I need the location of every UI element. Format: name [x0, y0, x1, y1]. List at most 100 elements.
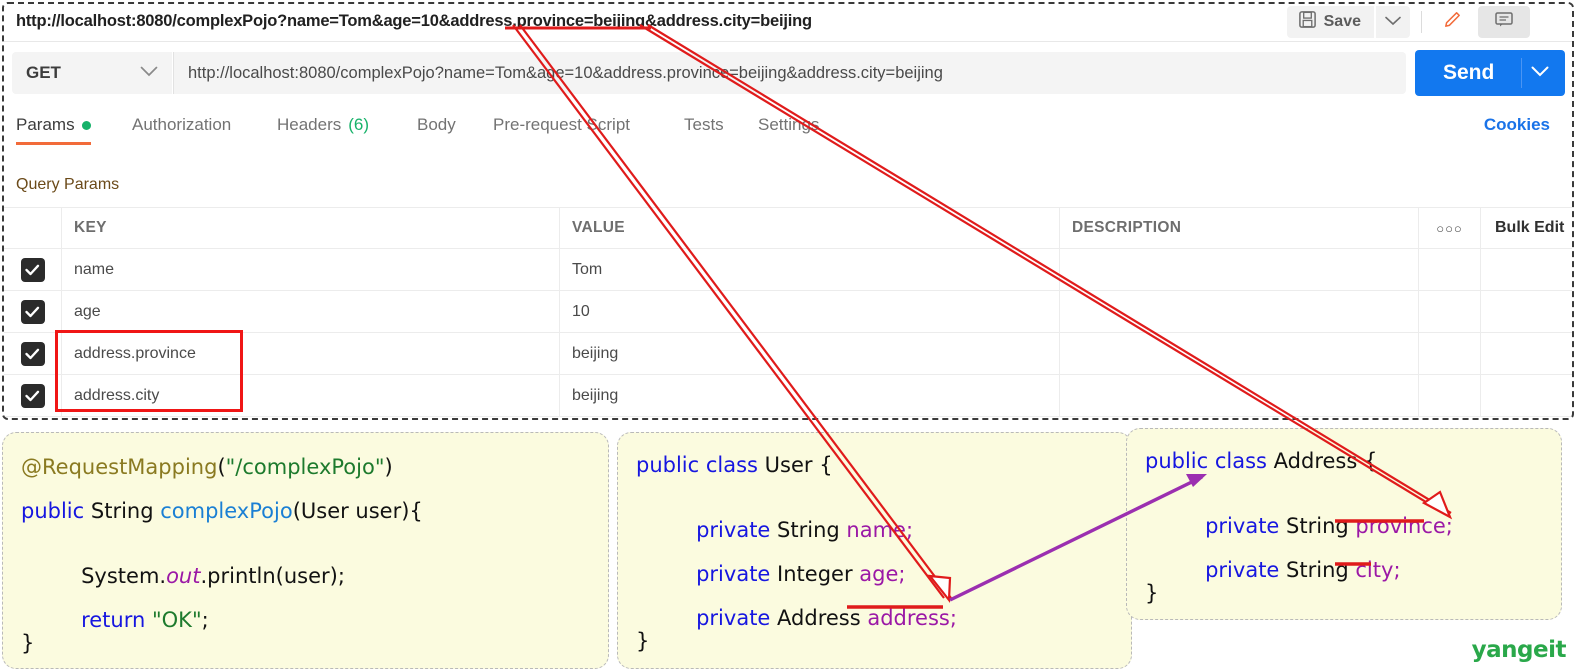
- code-token: public class: [1145, 449, 1274, 473]
- code-token: complexPojo: [160, 499, 293, 523]
- tab-headers-label: Headers: [277, 115, 342, 134]
- code-line: public class User {: [636, 455, 833, 476]
- cookies-link[interactable]: Cookies: [1484, 104, 1550, 146]
- code-token: private: [696, 562, 778, 586]
- code-token: city: [1355, 558, 1394, 582]
- table-row[interactable]: address.province beijing: [4, 333, 1572, 375]
- code-token: private: [1205, 514, 1287, 538]
- code-token: (User user){: [292, 499, 423, 523]
- code-line: @RequestMapping("/complexPojo"): [21, 457, 393, 478]
- code-token: String: [1286, 514, 1356, 538]
- request-bar: GET http://localhost:8080/complexPojo?na…: [4, 42, 1572, 104]
- toolbar-divider: [1421, 11, 1422, 33]
- tab-tests-label: Tests: [684, 115, 724, 134]
- code-token: ;: [898, 562, 906, 586]
- code-token: ): [384, 455, 393, 479]
- tab-tests[interactable]: Tests: [684, 104, 724, 146]
- save-label: Save: [1323, 13, 1361, 30]
- top-bar: http://localhost:8080/complexPojo?name=T…: [4, 4, 1572, 42]
- code-token: String: [90, 499, 161, 523]
- tab-settings[interactable]: Settings: [758, 104, 819, 146]
- code-line: private String city;: [1145, 539, 1400, 602]
- code-token: String: [1286, 558, 1356, 582]
- code-token: System.: [61, 564, 167, 588]
- tab-body[interactable]: Body: [417, 104, 456, 146]
- code-token: public: [21, 499, 91, 523]
- code-line: }: [1145, 583, 1158, 604]
- table-row[interactable]: age 10: [4, 291, 1572, 333]
- code-token: }: [1145, 581, 1159, 605]
- tab-pre-request-script[interactable]: Pre-request Script: [493, 104, 630, 146]
- row-key[interactable]: address.province: [74, 345, 196, 363]
- table-header-row: KEY VALUE DESCRIPTION ○○○ Bulk Edit: [4, 207, 1572, 249]
- page-title: http://localhost:8080/complexPojo?name=T…: [16, 12, 812, 30]
- select-all-cell[interactable]: [4, 208, 62, 248]
- chevron-down-icon: [1385, 13, 1401, 31]
- checkbox-checked-icon[interactable]: [20, 299, 45, 324]
- column-header-key: KEY: [74, 219, 107, 236]
- code-token: public class: [636, 453, 765, 477]
- row-checkbox-cell[interactable]: [4, 291, 62, 332]
- send-button[interactable]: Send: [1415, 50, 1565, 96]
- row-key[interactable]: name: [74, 261, 114, 279]
- checkbox-checked-icon[interactable]: [20, 257, 45, 282]
- bulk-edit-button[interactable]: Bulk Edit: [1495, 219, 1564, 237]
- save-dropdown-button[interactable]: [1376, 6, 1410, 38]
- code-token: ;: [905, 518, 914, 542]
- code-token: "OK": [151, 608, 202, 632]
- row-checkbox-cell[interactable]: [4, 249, 62, 290]
- more-options-icon[interactable]: ○○○: [1436, 221, 1463, 236]
- checkbox-checked-icon[interactable]: [20, 383, 45, 408]
- code-token: address: [867, 606, 950, 630]
- row-value[interactable]: 10: [572, 303, 590, 321]
- postman-app-frame: http://localhost:8080/complexPojo?name=T…: [2, 2, 1574, 420]
- tab-headers[interactable]: Headers (6): [277, 104, 369, 146]
- code-token: Address: [777, 606, 868, 630]
- query-params-label: Query Params: [16, 176, 120, 193]
- table-row[interactable]: name Tom: [4, 249, 1572, 291]
- code-token: province: [1355, 514, 1446, 538]
- chevron-down-icon[interactable]: [1531, 64, 1549, 82]
- code-token: Integer: [777, 562, 860, 586]
- row-value[interactable]: beijing: [572, 345, 618, 363]
- code-token: out: [166, 564, 201, 588]
- tab-params[interactable]: Params: [16, 104, 91, 146]
- column-header-value: VALUE: [572, 219, 625, 236]
- url-input[interactable]: http://localhost:8080/complexPojo?name=T…: [173, 52, 1406, 94]
- screenshot-root: http://localhost:8080/complexPojo?name=T…: [0, 0, 1578, 671]
- code-token: private: [696, 606, 778, 630]
- chevron-down-icon: [140, 64, 158, 82]
- row-value[interactable]: Tom: [572, 261, 602, 279]
- edit-button[interactable]: [1426, 6, 1478, 38]
- row-checkbox-cell[interactable]: [4, 333, 62, 374]
- checkbox-checked-icon[interactable]: [20, 341, 45, 366]
- send-divider: [1521, 58, 1522, 88]
- controller-code-panel: @RequestMapping("/complexPojo") public S…: [2, 432, 609, 669]
- user-class-code-panel: public class User { private String name;…: [617, 432, 1132, 669]
- column-header-description: DESCRIPTION: [1072, 219, 1182, 236]
- comment-icon: [1493, 10, 1515, 35]
- table-row[interactable]: address.city beijing: [4, 375, 1572, 417]
- row-key[interactable]: address.city: [74, 387, 159, 405]
- row-key[interactable]: age: [74, 303, 101, 321]
- comments-button[interactable]: [1478, 6, 1530, 38]
- code-token: @RequestMapping: [21, 455, 218, 479]
- save-button[interactable]: Save: [1286, 6, 1374, 38]
- tab-authorization[interactable]: Authorization: [132, 104, 231, 146]
- save-icon: [1298, 10, 1317, 34]
- row-checkbox-cell[interactable]: [4, 375, 62, 416]
- code-token: private: [1205, 558, 1287, 582]
- code-token: .println(user);: [200, 564, 345, 588]
- code-line: private Address address;: [636, 587, 957, 650]
- code-token: ;: [1445, 514, 1453, 538]
- url-input-value: http://localhost:8080/complexPojo?name=T…: [188, 63, 943, 82]
- code-token: String: [777, 518, 847, 542]
- row-value[interactable]: beijing: [572, 387, 618, 405]
- tab-pre-request-script-label: Pre-request Script: [493, 115, 630, 134]
- code-token: }: [636, 629, 650, 653]
- method-select[interactable]: GET: [12, 52, 172, 94]
- code-token: Address {: [1273, 449, 1378, 473]
- tab-headers-count: (6): [348, 115, 370, 134]
